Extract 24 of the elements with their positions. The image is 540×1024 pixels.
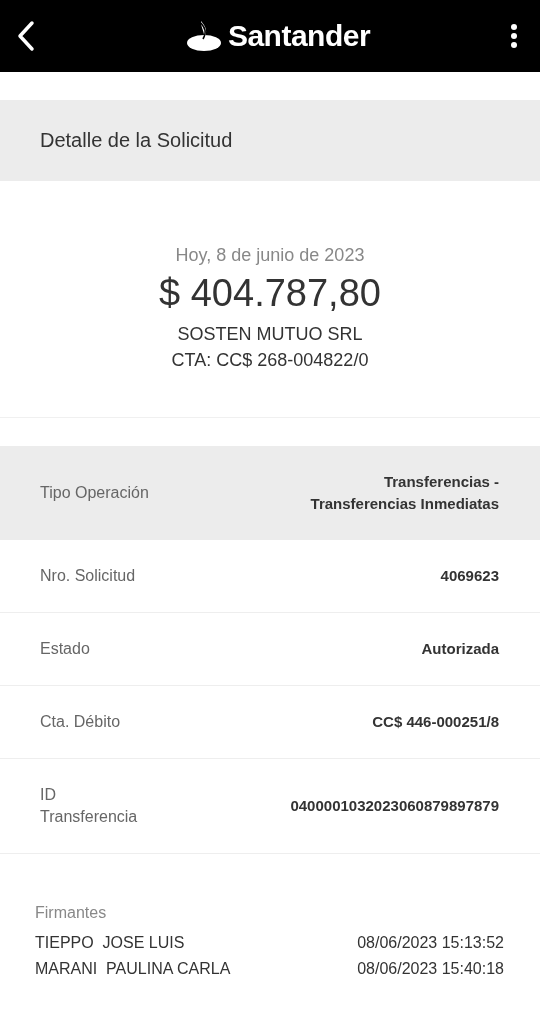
detail-value: Autorizada xyxy=(421,639,499,659)
signer-name: MARANI PAULINA CARLA xyxy=(35,959,231,979)
back-icon[interactable] xyxy=(16,20,36,52)
recipient-name: SOSTEN MUTUO SRL xyxy=(177,323,363,346)
flame-icon xyxy=(185,19,222,53)
detail-label: Estado xyxy=(40,639,90,659)
detail-label: ID Transferencia xyxy=(40,785,139,827)
detail-label: Tipo Operación xyxy=(40,483,149,503)
detail-value: 4069623 xyxy=(440,566,499,586)
signers-title: Firmantes xyxy=(35,904,108,922)
date-text: Hoy, 8 de junio de 2023 xyxy=(175,245,365,266)
brand-logo: Santander xyxy=(227,19,371,53)
detail-value: Transferencias - Transferencias Inmediatas xyxy=(309,472,499,514)
signer-name: TIEPPO JOSE LUIS xyxy=(35,933,185,953)
amount-text: $ 404.787,80 xyxy=(159,272,381,315)
detail-label: Nro. Solicitud xyxy=(40,566,136,586)
section-title: Detalle de la Solicitud xyxy=(40,129,233,152)
signer-time: 08/06/2023 15:13:52 xyxy=(357,933,504,953)
detail-value: 0400001032023060879897879 xyxy=(290,796,499,816)
detail-value: CC$ 446-000251/8 xyxy=(372,712,499,732)
account-text: CTA: CC$ 268-004822/0 xyxy=(171,349,369,372)
detail-label: Cta. Débito xyxy=(40,712,121,732)
signer-time: 08/06/2023 15:40:18 xyxy=(357,959,504,979)
more-menu-icon[interactable] xyxy=(510,23,518,49)
